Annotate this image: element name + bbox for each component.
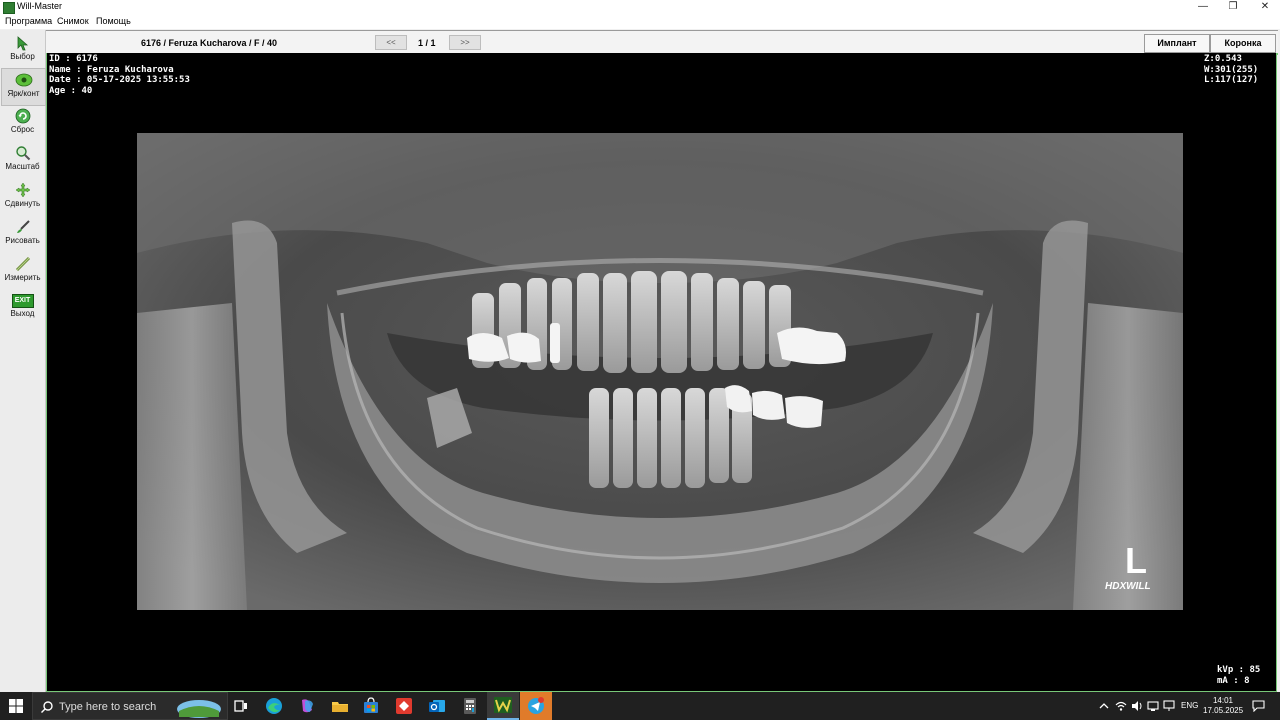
chevron-up-icon[interactable]	[1099, 701, 1109, 711]
store-icon[interactable]	[361, 696, 381, 716]
tool-exit[interactable]: EXIT Выход	[1, 290, 44, 326]
panoramic-xray-image[interactable]: L HDXWILL	[137, 133, 1183, 610]
zoom-icon	[15, 146, 30, 161]
outlook-icon[interactable]	[427, 696, 447, 716]
menu-help[interactable]: Помощь	[96, 16, 131, 26]
overlay-name: Name : Feruza Kucharova	[49, 64, 174, 75]
tool-draw[interactable]: Рисовать	[1, 216, 44, 252]
task-view-icon[interactable]	[231, 696, 251, 716]
clock-time: 14:01	[1212, 696, 1234, 705]
tool-select-label: Выбор	[10, 52, 35, 61]
tool-brightness-contrast-label: Ярк/конт	[7, 89, 40, 98]
cursor-icon	[17, 36, 28, 51]
notification-icon[interactable]	[1252, 700, 1265, 712]
minimize-button[interactable]: —	[1188, 0, 1218, 14]
clock-date: 17.05.2025	[1203, 706, 1244, 715]
overlay-ma: mA : 8	[1217, 675, 1250, 686]
overlay-zoom: Z:0.543	[1204, 54, 1242, 64]
search-placeholder: Type here to search	[59, 701, 157, 713]
overlay-age: Age : 40	[49, 85, 93, 96]
tool-brightness-contrast[interactable]: Ярк/конт	[1, 68, 46, 106]
restore-button[interactable]: ❐	[1218, 0, 1248, 14]
prev-image-button[interactable]: <<	[375, 35, 407, 50]
pan-icon	[15, 182, 30, 198]
crown-button[interactable]: Коронка	[1210, 34, 1276, 53]
left-cervical-spine	[137, 303, 247, 610]
tool-exit-label: Выход	[10, 309, 35, 318]
page-indicator: 1 / 1	[418, 38, 436, 48]
taskbar: Type here to search ENG 14:01 17.05.2025	[0, 692, 1280, 720]
copilot-icon[interactable]	[297, 696, 317, 716]
clock[interactable]: 14:01 17.05.2025	[1203, 696, 1243, 716]
contrast-icon	[15, 73, 32, 87]
ruler-icon	[15, 256, 30, 272]
overlay-id: ID : 6176	[49, 54, 98, 64]
image-header: 6176 / Feruza Kucharova / F / 40 << 1 / …	[46, 30, 1278, 55]
language-indicator[interactable]: ENG	[1181, 701, 1198, 710]
window-title: Will-Master	[17, 1, 62, 11]
tool-measure[interactable]: Измерить	[1, 253, 44, 289]
search-highlight-icon	[177, 700, 221, 718]
close-button[interactable]: ✕	[1250, 0, 1280, 14]
tool-panel: Выбор Ярк/конт Сброс Масштаб Сдвинуть Ри…	[0, 30, 46, 692]
patient-title: 6176 / Feruza Kucharova / F / 40	[141, 38, 278, 48]
menu-snapshot[interactable]: Снимок	[57, 16, 89, 26]
will-master-app-icon	[494, 697, 512, 713]
tool-draw-label: Рисовать	[5, 236, 40, 245]
title-bar: Will-Master — ❐ ✕	[0, 0, 1280, 14]
tool-reset-label: Сброс	[10, 125, 35, 134]
telegram-icon	[528, 697, 544, 714]
display-params-overlay: Z:0.543 W:301(255) L:117(127)	[1204, 54, 1258, 86]
overlay-date: Date : 05-17-2025 13:55:53	[49, 75, 190, 85]
menu-bar: Программа Снимок Помощь	[0, 14, 1280, 29]
reset-icon	[15, 108, 30, 124]
brush-icon	[16, 220, 30, 233]
exposure-overlay: kVp : 85 mA : 8	[1217, 665, 1260, 686]
patient-info-overlay: ID : 6176 Name : Feruza Kucharova Date :…	[49, 54, 190, 96]
taskbar-search-box[interactable]: Type here to search	[32, 692, 228, 720]
wifi-icon[interactable]	[1115, 700, 1127, 712]
overlay-window: W:301(255)	[1204, 64, 1259, 75]
calculator-icon[interactable]	[460, 696, 480, 716]
anydesk-active-taskbar-button[interactable]	[520, 692, 552, 720]
tool-pan[interactable]: Сдвинуть	[1, 179, 44, 215]
tool-zoom-label: Масштаб	[5, 162, 40, 171]
network-icon[interactable]	[1147, 700, 1159, 712]
xray-viewer[interactable]: ID : 6176 Name : Feruza Kucharova Date :…	[46, 53, 1277, 692]
overlay-level: L:117(127)	[1204, 75, 1259, 85]
file-explorer-icon[interactable]	[330, 696, 350, 716]
tool-measure-label: Измерить	[4, 273, 41, 282]
speaker-icon[interactable]	[1131, 700, 1143, 712]
menu-program[interactable]: Программа	[5, 16, 52, 26]
will-master-taskbar-button[interactable]	[487, 692, 519, 720]
tool-select[interactable]: Выбор	[1, 32, 44, 68]
monitor-icon[interactable]	[1163, 700, 1175, 712]
anydesk-icon[interactable]	[394, 696, 414, 716]
tool-zoom[interactable]: Масштаб	[1, 142, 44, 178]
edge-icon[interactable]	[264, 696, 284, 716]
tool-pan-label: Сдвинуть	[4, 199, 41, 208]
brand-watermark: HDXWILL	[1105, 581, 1151, 592]
windows-start-icon[interactable]	[6, 696, 26, 716]
next-image-button[interactable]: >>	[449, 35, 481, 50]
exit-icon: EXIT	[11, 294, 34, 308]
side-marker-l: L	[1125, 540, 1147, 581]
app-icon	[3, 2, 15, 14]
search-icon	[41, 701, 53, 713]
overlay-kvp: kVp : 85	[1217, 665, 1261, 675]
implant-button[interactable]: Имплант	[1144, 34, 1210, 53]
tool-reset[interactable]: Сброс	[1, 105, 44, 141]
